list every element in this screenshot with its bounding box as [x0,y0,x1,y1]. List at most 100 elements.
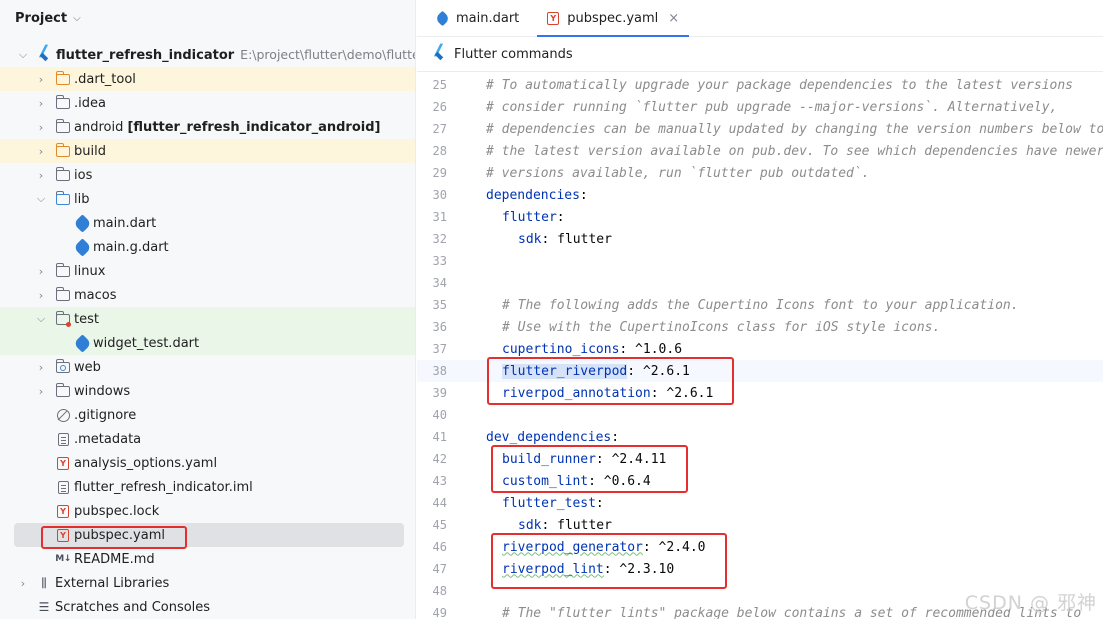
code-line[interactable]: 35 # The following adds the Cupertino Ico… [417,294,1103,316]
yaml-value: : flutter [541,517,612,533]
line-content: # The following adds the Cupertino Icons… [486,298,1019,313]
tree-item-scratches[interactable]: ☰ Scratches and Consoles [0,595,415,619]
code-line[interactable]: 44 flutter_test: [417,492,1103,514]
line-number: 29 [432,166,447,180]
code-line[interactable]: 42 build_runner: ^2.4.11 [417,448,1103,470]
tree-item-build[interactable]: › build [0,139,415,163]
code-line[interactable]: 41 dev_dependencies: [417,426,1103,448]
code-line[interactable]: 40 [417,404,1103,426]
folder-web-icon [55,358,70,374]
project-panel-header[interactable]: Project ⌵ [0,0,415,37]
code-line[interactable]: 27 # dependencies can be manually updated… [417,118,1103,140]
tree-root[interactable]: ⌵ flutter_refresh_indicator E:\project\fl… [0,43,415,67]
code-area[interactable]: 25 # To automatically upgrade your packag… [417,74,1103,619]
comment-text: # The following adds the Cupertino Icons… [502,297,1019,313]
yaml-value: : [595,495,604,511]
code-line[interactable]: 34 [417,272,1103,294]
root-path: E:\project\flutter\demo\flutter_refresh_… [240,47,415,62]
line-content: sdk: flutter [486,232,612,247]
tree-item-external-libraries[interactable]: › ⫼ External Libraries [0,571,415,595]
chevron-right-icon[interactable]: › [35,361,47,374]
tree-item-dart-tool[interactable]: › .dart_tool [0,67,415,91]
code-line[interactable]: 30 dependencies: [417,184,1103,206]
code-line[interactable]: 29 # versions available, run `flutter pub… [417,162,1103,184]
chevron-right-icon[interactable]: › [17,577,29,590]
tree-item-iml[interactable]: flutter_refresh_indicator.iml [0,475,415,499]
tree-item-label: External Libraries [55,575,170,591]
line-content: # versions available, run `flutter pub o… [486,166,870,181]
tree-item-analysis-options[interactable]: Y analysis_options.yaml [0,451,415,475]
code-line[interactable]: 47 riverpod_lint: ^2.3.10 [417,558,1103,580]
tree-item-widget-test[interactable]: widget_test.dart [0,331,415,355]
chevron-right-icon[interactable]: › [35,97,47,110]
code-line[interactable]: 45 sdk: flutter [417,514,1103,536]
line-number: 26 [432,100,447,114]
chevron-down-icon[interactable]: ⌵ [35,312,47,326]
tree-item-macos[interactable]: › macos [0,283,415,307]
tab-main-dart[interactable]: main.dart [427,0,529,36]
tree-item-windows[interactable]: › windows [0,379,415,403]
tree-item-readme[interactable]: M↓ README.md [0,547,415,571]
code-line[interactable]: 26 # consider running `flutter pub upgrad… [417,96,1103,118]
tree-item-web[interactable]: › web [0,355,415,379]
chevron-right-icon[interactable]: › [35,73,47,86]
code-line[interactable]: 28 # the latest version available on pub.… [417,140,1103,162]
code-line[interactable]: 32 sdk: flutter [417,228,1103,250]
chevron-right-icon[interactable]: › [35,265,47,278]
line-content: # the latest version available on pub.de… [486,144,1103,159]
tree-item-lib[interactable]: ⌵ lib [0,187,415,211]
folder-icon [55,166,70,182]
tree-item-gitignore[interactable]: .gitignore [0,403,415,427]
tree-item-pubspec-lock[interactable]: Y pubspec.lock [0,499,415,523]
comment-text: # To automatically upgrade your package … [486,77,1073,93]
line-number: 49 [432,606,447,619]
tree-item-android[interactable]: › android [flutter_refresh_indicator_and… [0,115,415,139]
code-line[interactable]: 25 # To automatically upgrade your packag… [417,74,1103,96]
console-icon: ☰ [38,600,50,614]
code-line[interactable]: 31 flutter: [417,206,1103,228]
tree-item-label: .idea [74,95,106,111]
line-number: 39 [432,386,447,400]
code-line[interactable]: 43 custom_lint: ^0.6.4 [417,470,1103,492]
line-number: 40 [432,408,447,422]
chevron-right-icon[interactable]: › [35,385,47,398]
tree-item-main-g-dart[interactable]: main.g.dart [0,235,415,259]
chevron-down-icon[interactable]: ⌵ [35,192,47,206]
tree-item-metadata[interactable]: .metadata [0,427,415,451]
flutter-commands-label: Flutter commands [454,46,573,62]
tree-item-ios[interactable]: › ios [0,163,415,187]
comment-text: # the latest version available on pub.de… [486,143,1103,159]
chevron-right-icon[interactable]: › [35,121,47,134]
line-content: dev_dependencies: [486,430,619,445]
tree-item-label: main.g.dart [93,239,169,255]
code-line[interactable]: 37 cupertino_icons: ^1.0.6 [417,338,1103,360]
tree-item-label: main.dart [93,215,157,231]
line-number: 46 [432,540,447,554]
code-line[interactable]: 33 [417,250,1103,272]
yaml-icon: Y [56,504,70,518]
yaml-key: riverpod_annotation [502,385,651,401]
yaml-key: build_runner [502,451,596,467]
tree-item-pubspec-yaml[interactable]: Y pubspec.yaml [14,523,404,547]
tree-item-test[interactable]: ⌵ test [0,307,415,331]
tab-pubspec-yaml[interactable]: Y pubspec.yaml × [537,0,690,37]
code-line[interactable]: 39 riverpod_annotation: ^2.6.1 [417,382,1103,404]
code-line[interactable]: 38 flutter_riverpod: ^2.6.1 [417,360,1103,382]
tree-item-main-dart[interactable]: main.dart [0,211,415,235]
code-line[interactable]: 36 # Use with the CupertinoIcons class fo… [417,316,1103,338]
code-line[interactable]: 46 riverpod_generator: ^2.4.0 [417,536,1103,558]
yaml-key: custom_lint [502,473,589,489]
chevron-down-icon[interactable]: ⌵ [17,48,29,62]
yaml-value: : ^2.4.11 [595,451,667,467]
tree-item-label: web [74,359,101,375]
tree-item-idea[interactable]: › .idea [0,91,415,115]
yaml-key: riverpod_generator [502,539,643,555]
chevron-right-icon[interactable]: › [35,169,47,182]
tree-item-linux[interactable]: › linux [0,259,415,283]
chevron-right-icon[interactable]: › [35,289,47,302]
chevron-down-icon[interactable]: ⌵ [73,13,81,24]
close-icon[interactable]: × [668,11,679,26]
folder-orange-icon [55,70,70,86]
flutter-commands-bar[interactable]: Flutter commands [417,37,1103,72]
chevron-right-icon[interactable]: › [35,145,47,158]
